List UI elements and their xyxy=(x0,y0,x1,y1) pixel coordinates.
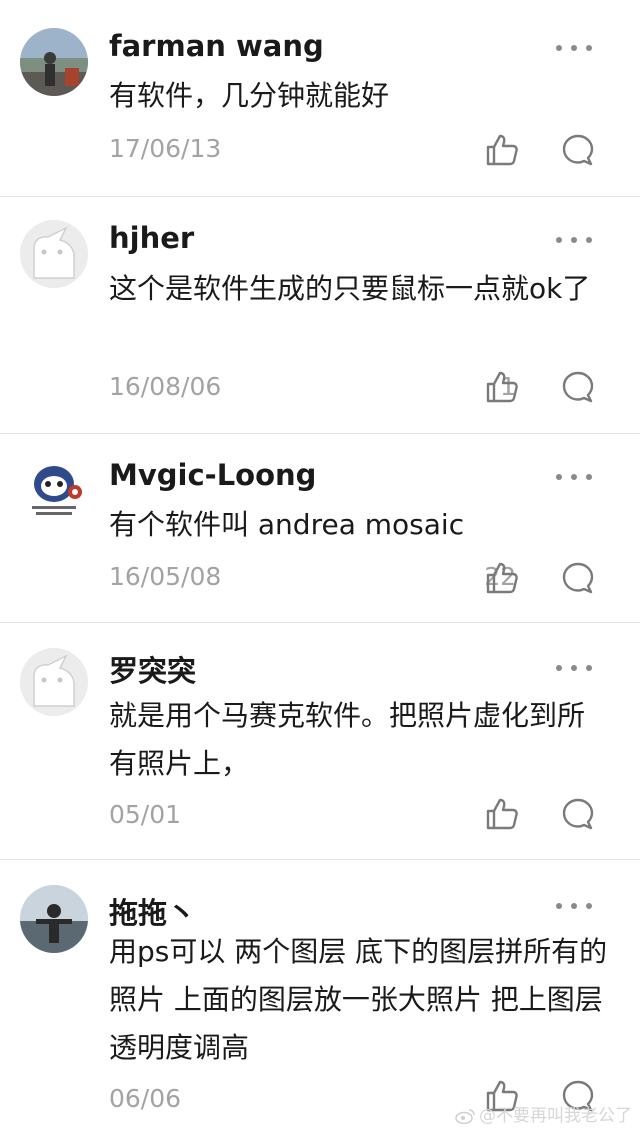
default-avatar xyxy=(20,648,88,716)
avatar[interactable] xyxy=(20,648,88,716)
username[interactable]: 拖拖丶 xyxy=(109,890,196,932)
comment-bubble-icon[interactable] xyxy=(560,369,596,405)
username[interactable]: farman wang xyxy=(109,29,324,63)
landscape-photo-avatar xyxy=(20,28,88,96)
more-icon[interactable] xyxy=(550,467,600,487)
more-icon[interactable] xyxy=(550,896,600,916)
comment-text: 这个是软件生成的只要鼠标一点就ok了 xyxy=(109,272,591,305)
comment-date: 16/05/08 xyxy=(109,562,222,591)
comment-date: 16/08/06 xyxy=(109,372,222,401)
more-icon[interactable] xyxy=(550,658,600,678)
avatar[interactable] xyxy=(20,885,88,953)
username[interactable]: Mvgic-Loong xyxy=(109,458,316,492)
comment-bubble-icon[interactable] xyxy=(560,132,596,168)
thumbs-up-icon[interactable] xyxy=(484,132,520,168)
comment-item: hjher 这个是软件生成的只要鼠标一点就ok了 16/08/06 1 xyxy=(0,197,640,434)
weibo-logo-icon xyxy=(455,1109,475,1124)
username[interactable]: hjher xyxy=(109,221,194,255)
watermark: @不要再叫我老公了 xyxy=(455,1101,632,1126)
avatar[interactable] xyxy=(20,220,88,288)
cartoon-avatar xyxy=(20,456,88,524)
comment-item: 罗突突 就是用个马赛克软件。把照片虚化到所有照片上， 05/01 xyxy=(0,623,640,860)
comment-item: Mvgic-Loong 有个软件叫 andrea mosaic 16/05/08… xyxy=(0,434,640,623)
avatar[interactable] xyxy=(20,28,88,96)
watermark-text: @不要再叫我老公了 xyxy=(479,1106,632,1126)
thumbs-up-icon[interactable] xyxy=(484,560,520,596)
comment-date: 05/01 xyxy=(109,800,182,829)
comment-text: 有个软件叫 andrea mosaic xyxy=(109,508,465,541)
avatar[interactable] xyxy=(20,456,88,524)
thumbs-up-icon[interactable] xyxy=(484,369,520,405)
person-photo-avatar xyxy=(20,885,88,953)
thumbs-up-icon[interactable] xyxy=(484,796,520,832)
comment-text: 就是用个马赛克软件。把照片虚化到所有照片上， xyxy=(109,699,586,780)
default-avatar xyxy=(20,220,88,288)
username[interactable]: 罗突突 xyxy=(109,648,196,690)
comment-date: 06/06 xyxy=(109,1084,182,1113)
comment-bubble-icon[interactable] xyxy=(560,796,596,832)
comment-text: 有软件，几分钟就能好 xyxy=(109,79,390,112)
more-icon[interactable] xyxy=(550,38,600,58)
comment-text: 用ps可以 两个图层 底下的图层拼所有的照片 上面的图层放一张大照片 把上图层透… xyxy=(109,935,608,1064)
comment-bubble-icon[interactable] xyxy=(560,560,596,596)
comment-item: farman wang 有软件，几分钟就能好 17/06/13 xyxy=(0,0,640,197)
comment-item: 拖拖丶 用ps可以 两个图层 底下的图层拼所有的照片 上面的图层放一张大照片 把… xyxy=(0,860,640,1132)
more-icon[interactable] xyxy=(550,230,600,250)
comment-date: 17/06/13 xyxy=(109,134,222,163)
